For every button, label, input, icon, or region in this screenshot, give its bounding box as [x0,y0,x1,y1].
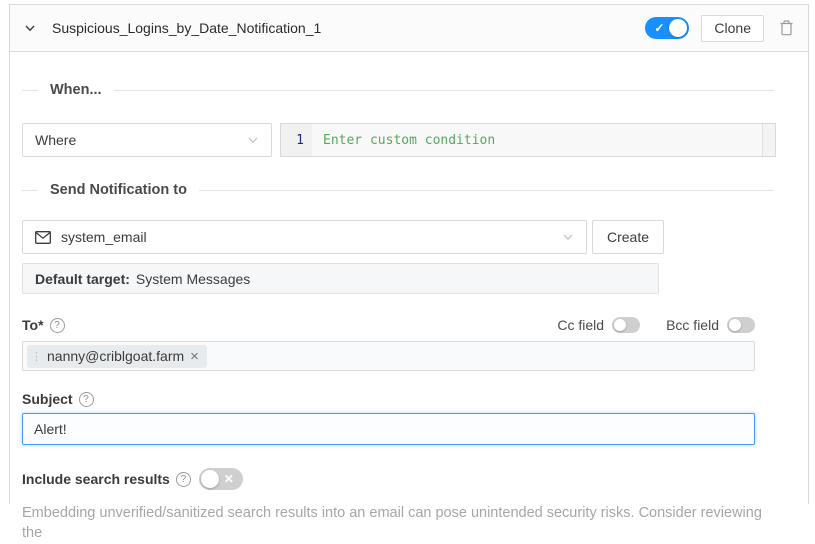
to-recipients-input[interactable]: ⋮ nanny@criblgoat.farm × [22,341,755,371]
subject-input[interactable] [22,413,755,445]
delete-trash-icon[interactable] [779,20,794,36]
when-section-title: When... [50,82,102,98]
cc-field-label: Cc field [557,317,605,333]
include-results-label-text: Include search results [22,471,170,487]
to-label-text: To* [22,317,44,333]
divider-dash [22,89,38,91]
remove-tag-icon[interactable]: × [190,349,199,364]
include-results-label: Include search results ? [22,471,191,487]
send-section-title: Send Notification to [50,182,187,198]
chevron-down-icon [247,134,259,146]
divider-dash [22,189,38,191]
editor-line-number: 1 [281,124,312,156]
clone-button[interactable]: Clone [701,14,764,42]
help-icon[interactable]: ? [78,391,94,407]
cc-bcc-toggles: Cc field Bcc field [557,317,755,333]
editor-placeholder: Enter custom condition [323,132,496,148]
subject-label: Subject ? [22,391,808,407]
toggle-x-icon: ✕ [223,472,234,486]
cc-toggle-group: Cc field [557,317,641,333]
recipients-label-row: To* ? Cc field Bcc field [22,317,755,333]
operator-select[interactable]: Where [22,123,272,157]
envelope-icon [35,230,51,244]
include-results-toggle[interactable]: ✕ [198,468,243,490]
target-row: system_email Create [22,220,808,254]
editor-scrollbar[interactable] [762,124,775,156]
default-target-label: Default target: [35,270,130,287]
cc-field-toggle[interactable] [612,317,641,333]
notification-title: Suspicious_Logins_by_Date_Notification_1 [52,20,322,36]
when-section-divider: When... [22,82,774,98]
chevron-down-icon [562,231,574,243]
create-target-button[interactable]: Create [592,220,665,254]
help-icon[interactable]: ? [49,317,65,333]
notification-panel: Suspicious_Logins_by_Date_Notification_1… [9,4,809,541]
to-label: To* ? [22,317,65,333]
security-warning-text: Embedding unverified/sanitized search re… [22,505,762,542]
toggle-knob [614,319,627,331]
default-target-info: Default target: System Messages [22,263,659,294]
recipient-tag: ⋮ nanny@criblgoat.farm × [27,344,207,368]
send-section-divider: Send Notification to [22,182,774,198]
condition-code-editor[interactable]: 1 Enter custom condition [280,123,776,157]
notification-header: Suspicious_Logins_by_Date_Notification_1… [10,5,808,52]
chevron-down-icon[interactable] [24,22,36,34]
operator-select-value: Where [35,132,77,148]
target-select-value: system_email [61,229,147,245]
notification-target-select[interactable]: system_email [22,220,587,254]
recipient-email: nanny@criblgoat.farm [47,348,185,364]
enabled-toggle[interactable]: ✓ [645,17,690,39]
toggle-knob [200,470,219,488]
default-target-value: System Messages [135,270,251,287]
bcc-field-label: Bcc field [666,317,719,333]
toggle-knob [729,319,741,331]
condition-row: Where 1 Enter custom condition [22,123,808,157]
drag-handle-icon[interactable]: ⋮ [31,350,42,363]
bcc-field-toggle[interactable] [727,317,755,333]
divider-line [113,89,774,91]
bcc-toggle-group: Bcc field [666,317,755,333]
subject-label-text: Subject [22,391,73,407]
help-icon[interactable]: ? [175,471,191,487]
toggle-check-icon: ✓ [654,21,665,35]
divider-line [198,189,774,191]
toggle-knob [669,19,688,37]
include-results-row: Include search results ? ✕ [22,468,808,490]
